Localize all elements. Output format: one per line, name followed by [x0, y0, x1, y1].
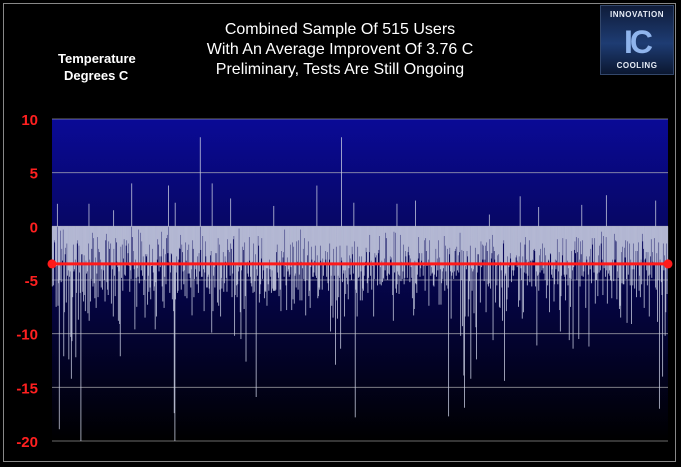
- y-tick-labels: 10 5 0 -5 -10 -15 -20: [16, 112, 38, 451]
- y-tick-label: -5: [25, 273, 38, 290]
- y-tick-label: -10: [16, 327, 38, 344]
- average-line-end-marker: [663, 259, 673, 269]
- y-tick-label: -20: [16, 434, 38, 451]
- y-tick-label: -15: [16, 380, 38, 397]
- y-tick-label: 10: [21, 112, 38, 129]
- y-tick-label: 5: [30, 166, 38, 183]
- average-line-start-marker: [47, 259, 57, 269]
- bar-chart: 10 5 0 -5 -10 -15 -20: [16, 112, 673, 451]
- y-tick-label: 0: [30, 219, 38, 236]
